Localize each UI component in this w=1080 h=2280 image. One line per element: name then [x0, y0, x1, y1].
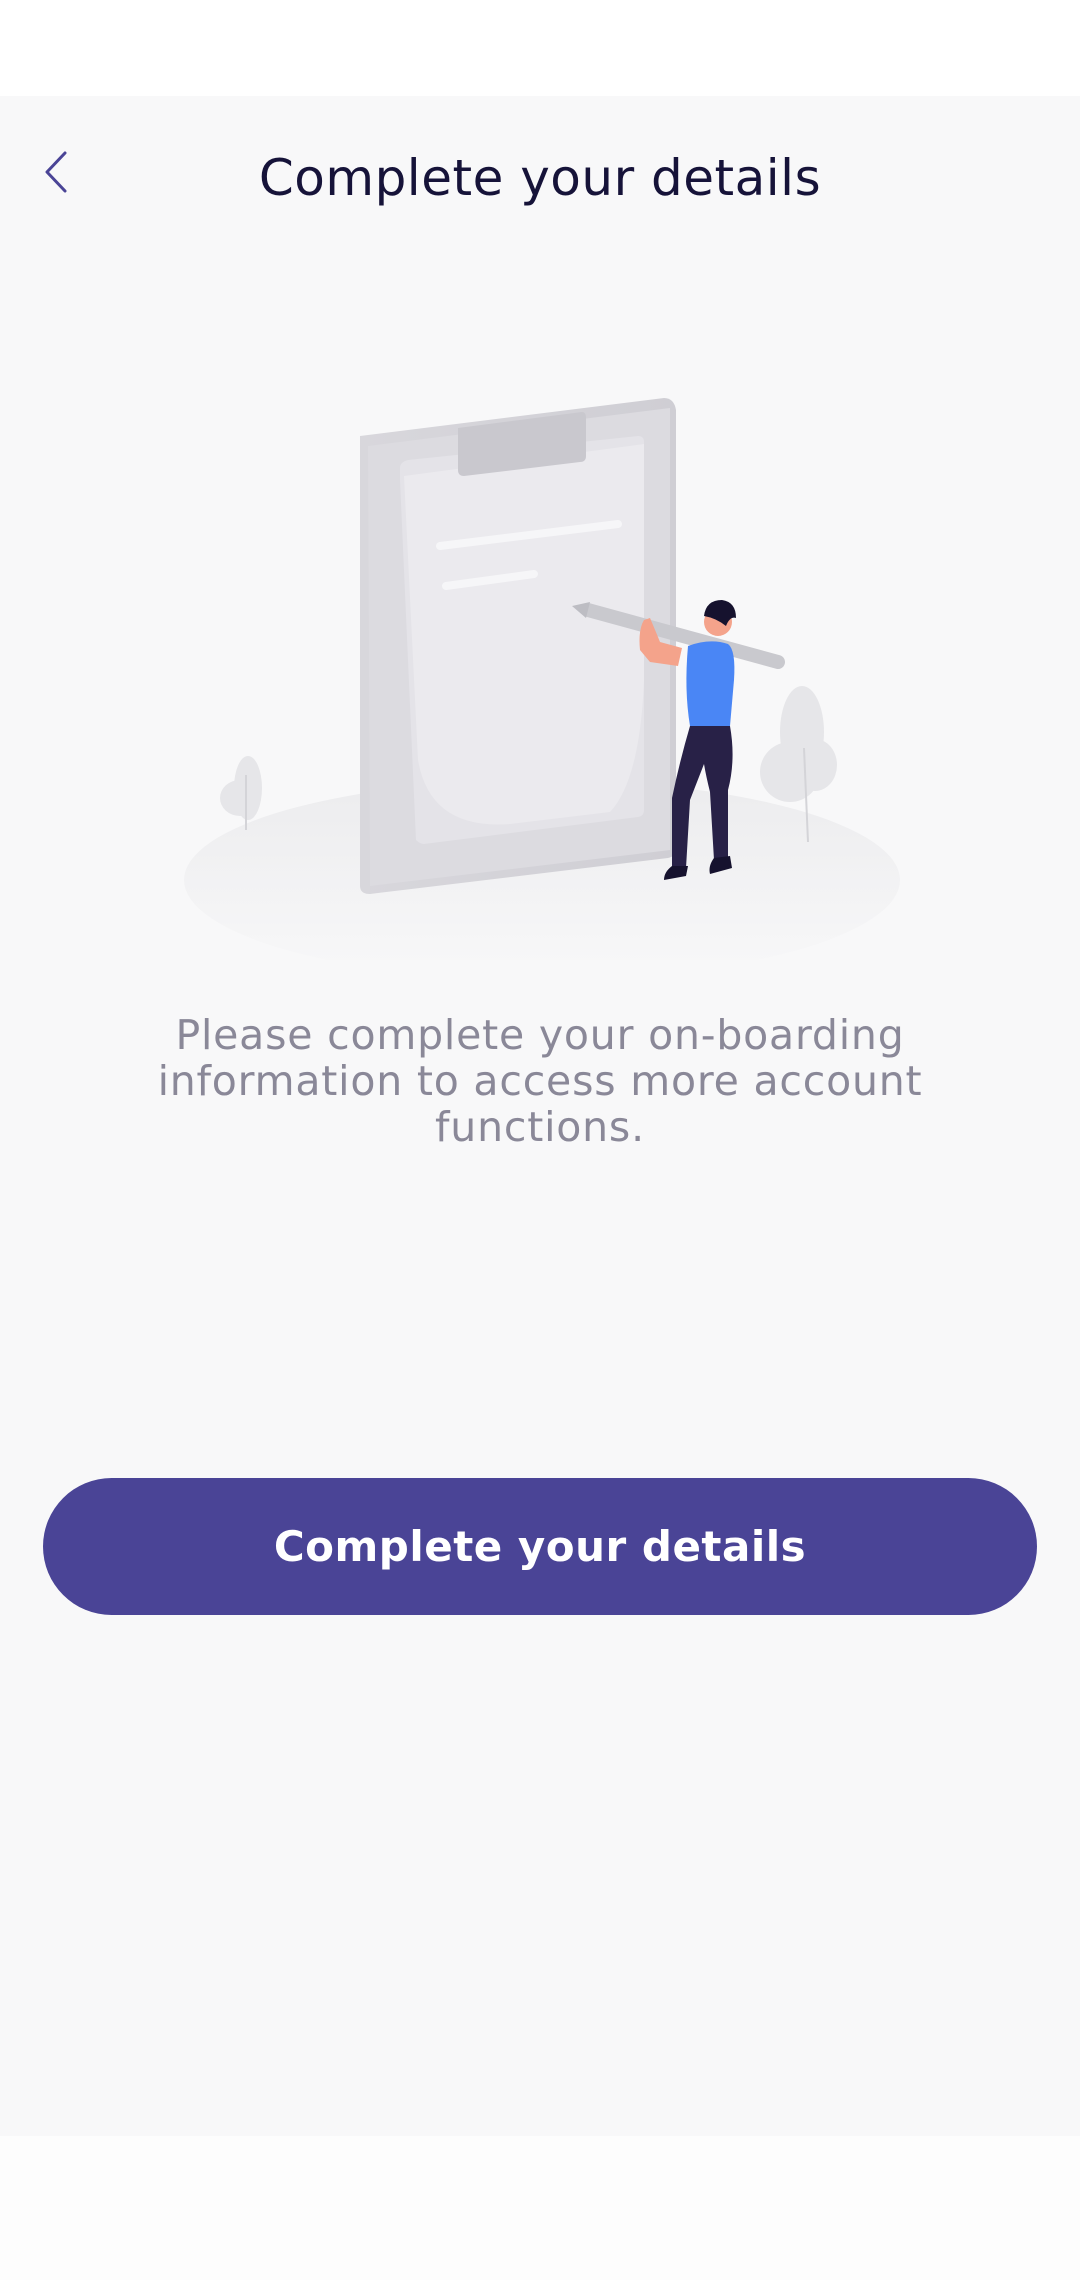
status-bar — [0, 0, 1080, 96]
onboarding-description: Please complete your on-boarding informa… — [157, 1011, 923, 1151]
bottom-navigation-area — [0, 2136, 1080, 2280]
complete-details-button[interactable]: Complete your details — [43, 1478, 1037, 1615]
chevron-left-icon — [41, 149, 71, 199]
onboarding-illustration — [170, 380, 910, 980]
back-button[interactable] — [26, 136, 86, 212]
bush-icon — [220, 756, 262, 830]
page-title: Complete your details — [258, 149, 822, 207]
